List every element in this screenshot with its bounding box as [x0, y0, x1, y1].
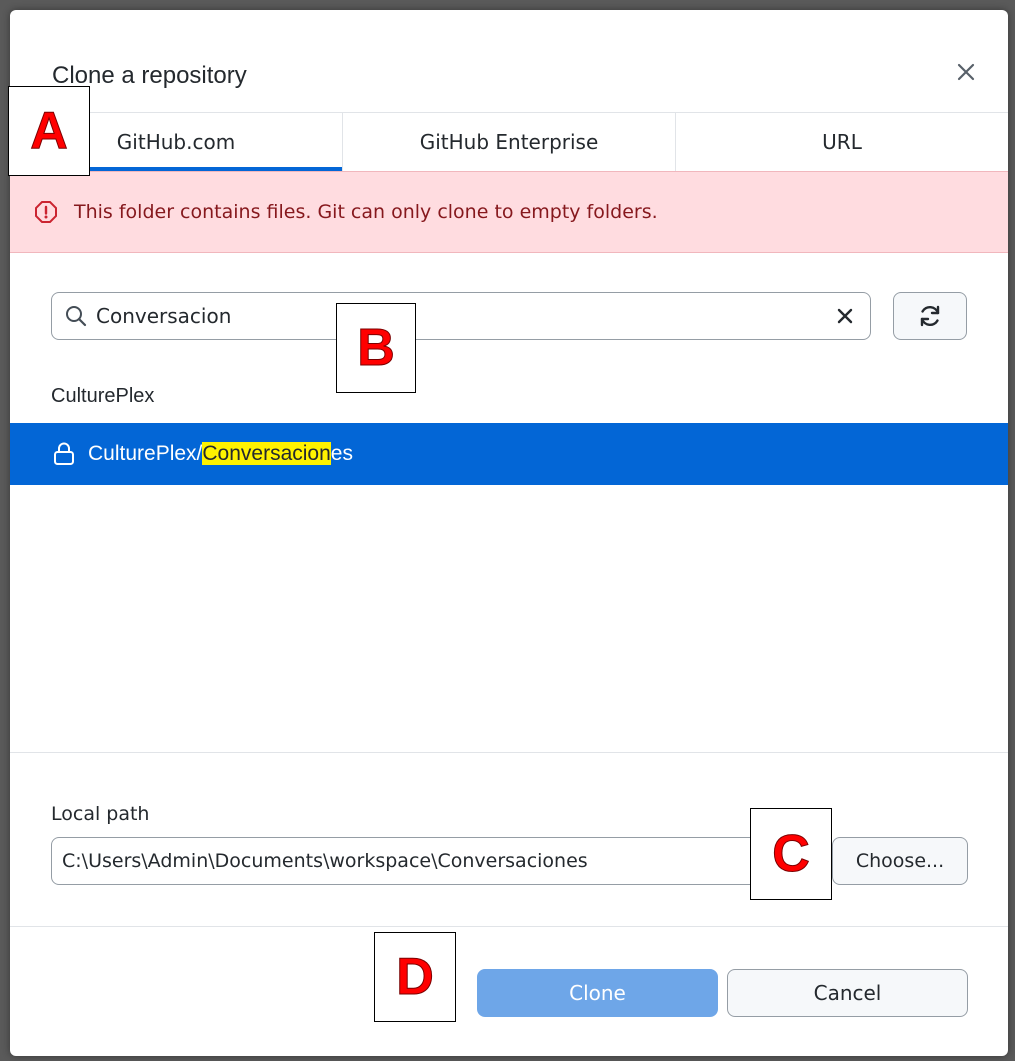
error-message: This folder contains files. Git can only… [74, 201, 658, 223]
refresh-icon [920, 305, 940, 327]
annotation-marker-c: C [750, 808, 832, 900]
tab-github-enterprise[interactable]: GitHub Enterprise [343, 113, 676, 171]
repo-name: CulturePlex/Conversaciones [88, 442, 353, 466]
repo-list-item[interactable]: CulturePlex/Conversaciones [10, 423, 1008, 485]
search-input[interactable] [94, 303, 798, 329]
annotation-marker-b: B [336, 303, 416, 393]
refresh-button[interactable] [893, 292, 967, 340]
repo-group-header: CulturePlex [51, 385, 155, 407]
choose-button[interactable]: Choose... [832, 837, 968, 885]
list-divider [10, 752, 1008, 753]
clone-repository-dialog: Clone a repository GitHub.com GitHub Ent… [10, 10, 1008, 1056]
local-path-label: Local path [51, 803, 150, 825]
search-icon [66, 306, 87, 327]
close-button[interactable] [948, 54, 984, 90]
local-path-input[interactable] [51, 837, 829, 885]
repo-name-prefix: CulturePlex/ [88, 442, 203, 465]
clear-search-button[interactable] [832, 303, 858, 329]
repo-name-match-highlight: Conversacion [202, 442, 331, 465]
close-icon [957, 63, 975, 81]
error-banner: This folder contains files. Git can only… [10, 171, 1008, 253]
annotation-marker-a: A [8, 86, 90, 176]
tab-url[interactable]: URL [676, 113, 1008, 171]
clone-button[interactable]: Clone [477, 969, 718, 1017]
repo-name-suffix: es [330, 442, 353, 465]
search-field [51, 292, 871, 340]
alert-circle-icon [35, 201, 57, 223]
lock-icon [54, 442, 74, 465]
clear-icon [837, 308, 853, 324]
tab-bar: GitHub.com GitHub Enterprise URL [10, 112, 1008, 171]
annotation-marker-d: D [374, 932, 456, 1022]
footer-divider [10, 926, 1008, 927]
cancel-button[interactable]: Cancel [727, 969, 968, 1017]
